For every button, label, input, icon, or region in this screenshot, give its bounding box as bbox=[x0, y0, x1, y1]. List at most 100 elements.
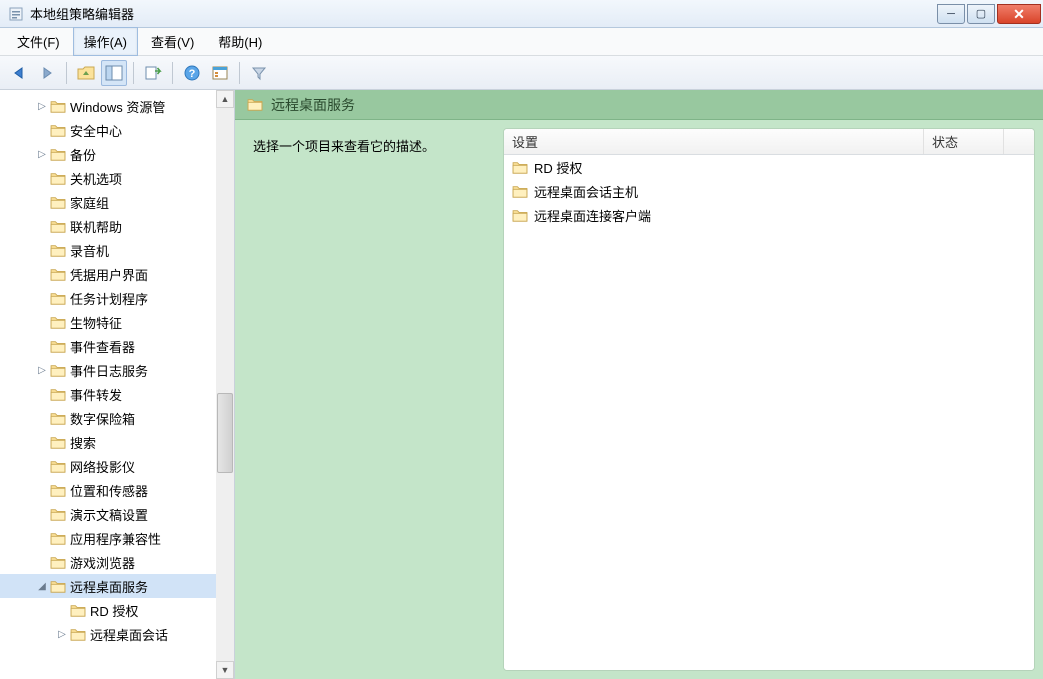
menu-action[interactable]: 操作(A) bbox=[73, 27, 138, 56]
tree-item[interactable]: 凭据用户界面 bbox=[0, 262, 216, 286]
expander-icon[interactable] bbox=[36, 124, 48, 136]
scroll-down-icon[interactable]: ▼ bbox=[216, 661, 234, 679]
nav-back-button[interactable] bbox=[6, 60, 32, 86]
tree-item[interactable]: 位置和传感器 bbox=[0, 478, 216, 502]
menu-help[interactable]: 帮助(H) bbox=[207, 27, 273, 56]
tree-item[interactable]: 关机选项 bbox=[0, 166, 216, 190]
detail-body: 选择一个项目来查看它的描述。 设置 状态 RD 授权远程桌面会话主机远程桌面连接… bbox=[235, 120, 1043, 679]
expander-icon[interactable] bbox=[36, 532, 48, 544]
tree-item[interactable]: 应用程序兼容性 bbox=[0, 526, 216, 550]
expander-icon[interactable] bbox=[36, 340, 48, 352]
tree-item-label: 远程桌面会话 bbox=[90, 625, 168, 644]
expander-icon[interactable] bbox=[36, 196, 48, 208]
expander-icon[interactable] bbox=[36, 412, 48, 424]
folder-icon bbox=[50, 244, 66, 257]
tree-item-label: 演示文稿设置 bbox=[70, 505, 148, 524]
help-icon: ? bbox=[183, 64, 201, 82]
tree-item[interactable]: 事件查看器 bbox=[0, 334, 216, 358]
arrow-left-icon bbox=[10, 64, 28, 82]
expander-icon[interactable]: ▷ bbox=[36, 100, 48, 112]
expander-icon[interactable] bbox=[36, 292, 48, 304]
expander-icon[interactable]: ▷ bbox=[36, 364, 48, 376]
expander-icon[interactable] bbox=[36, 388, 48, 400]
tree-item[interactable]: ◢ 远程桌面服务 bbox=[0, 574, 216, 598]
filter-button[interactable] bbox=[246, 60, 272, 86]
folder-icon bbox=[50, 316, 66, 329]
folder-icon bbox=[50, 172, 66, 185]
folder-icon bbox=[512, 185, 528, 198]
tree-item[interactable]: 事件转发 bbox=[0, 382, 216, 406]
tree-item[interactable]: 安全中心 bbox=[0, 118, 216, 142]
scroll-track[interactable] bbox=[216, 108, 234, 661]
folder-icon bbox=[50, 100, 66, 113]
tree-item[interactable]: ▷ 备份 bbox=[0, 142, 216, 166]
expander-icon[interactable] bbox=[36, 484, 48, 496]
menu-view[interactable]: 查看(V) bbox=[140, 27, 205, 56]
expander-icon[interactable]: ▷ bbox=[56, 628, 68, 640]
menu-file[interactable]: 文件(F) bbox=[6, 27, 71, 56]
tree-item[interactable]: 数字保险箱 bbox=[0, 406, 216, 430]
expander-icon[interactable]: ▷ bbox=[36, 148, 48, 160]
tree-item-label: 联机帮助 bbox=[70, 217, 122, 236]
expander-icon[interactable]: ◢ bbox=[36, 580, 48, 592]
expander-icon[interactable] bbox=[36, 244, 48, 256]
column-header-setting[interactable]: 设置 bbox=[504, 129, 924, 154]
help-button[interactable]: ? bbox=[179, 60, 205, 86]
column-header-status[interactable]: 状态 bbox=[924, 129, 1004, 154]
list-item[interactable]: 远程桌面连接客户端 bbox=[504, 203, 1034, 227]
tree-item[interactable]: ▷Windows 资源管 bbox=[0, 94, 216, 118]
tree-item-label: 任务计划程序 bbox=[70, 289, 148, 308]
show-hide-console-tree-button[interactable] bbox=[101, 60, 127, 86]
tree-item[interactable]: 录音机 bbox=[0, 238, 216, 262]
maximize-button[interactable]: ▢ bbox=[967, 4, 995, 24]
folder-icon bbox=[50, 388, 66, 401]
tree-item[interactable]: 游戏浏览器 bbox=[0, 550, 216, 574]
tree-item-label: 网络投影仪 bbox=[70, 457, 135, 476]
tree-item[interactable]: 网络投影仪 bbox=[0, 454, 216, 478]
properties-button[interactable] bbox=[207, 60, 233, 86]
tree-item[interactable]: 家庭组 bbox=[0, 190, 216, 214]
tree-item[interactable]: ▷ 远程桌面会话 bbox=[0, 622, 216, 646]
folder-icon bbox=[50, 580, 66, 593]
tree-item[interactable]: 任务计划程序 bbox=[0, 286, 216, 310]
export-icon bbox=[144, 65, 162, 81]
nav-forward-button[interactable] bbox=[34, 60, 60, 86]
folder-icon bbox=[50, 460, 66, 473]
close-button[interactable]: ✕ bbox=[997, 4, 1041, 24]
tree-item-label: 远程桌面服务 bbox=[70, 577, 148, 596]
up-button[interactable] bbox=[73, 60, 99, 86]
folder-icon bbox=[70, 604, 86, 617]
expander-icon[interactable] bbox=[36, 460, 48, 472]
tree-item-label: 备份 bbox=[70, 145, 96, 164]
expander-icon[interactable] bbox=[36, 172, 48, 184]
tree-item[interactable]: RD 授权 bbox=[0, 598, 216, 622]
tree-item[interactable]: 搜索 bbox=[0, 430, 216, 454]
window-controls: ─ ▢ ✕ bbox=[937, 4, 1043, 24]
tree-item[interactable]: 生物特征 bbox=[0, 310, 216, 334]
tree-item[interactable]: 联机帮助 bbox=[0, 214, 216, 238]
tree-item-label: 关机选项 bbox=[70, 169, 122, 188]
scroll-up-icon[interactable]: ▲ bbox=[216, 90, 234, 108]
detail-header-title: 远程桌面服务 bbox=[271, 95, 355, 115]
tree-item[interactable]: ▷事件日志服务 bbox=[0, 358, 216, 382]
expander-icon[interactable] bbox=[36, 436, 48, 448]
expander-icon[interactable] bbox=[36, 508, 48, 520]
tree-item-label: 应用程序兼容性 bbox=[70, 529, 161, 548]
expander-icon[interactable] bbox=[36, 220, 48, 232]
expander-icon[interactable] bbox=[56, 604, 68, 616]
list-item[interactable]: RD 授权 bbox=[504, 155, 1034, 179]
expander-icon[interactable] bbox=[36, 268, 48, 280]
minimize-button[interactable]: ─ bbox=[937, 4, 965, 24]
export-list-button[interactable] bbox=[140, 60, 166, 86]
filter-icon bbox=[250, 65, 268, 81]
titlebar[interactable]: 本地组策略编辑器 ─ ▢ ✕ bbox=[0, 0, 1043, 28]
tree-scrollbar[interactable]: ▲ ▼ bbox=[216, 90, 234, 679]
tree-item-label: 搜索 bbox=[70, 433, 96, 452]
tree-item[interactable]: 演示文稿设置 bbox=[0, 502, 216, 526]
expander-icon[interactable] bbox=[36, 316, 48, 328]
list-item[interactable]: 远程桌面会话主机 bbox=[504, 179, 1034, 203]
tree-item-label: 位置和传感器 bbox=[70, 481, 148, 500]
expander-icon[interactable] bbox=[36, 556, 48, 568]
navigation-tree[interactable]: ▷Windows 资源管安全中心 ▷ 备份关机选项家庭组联机帮助录音机凭据用户界面任… bbox=[0, 90, 216, 646]
scroll-thumb[interactable] bbox=[217, 393, 233, 473]
